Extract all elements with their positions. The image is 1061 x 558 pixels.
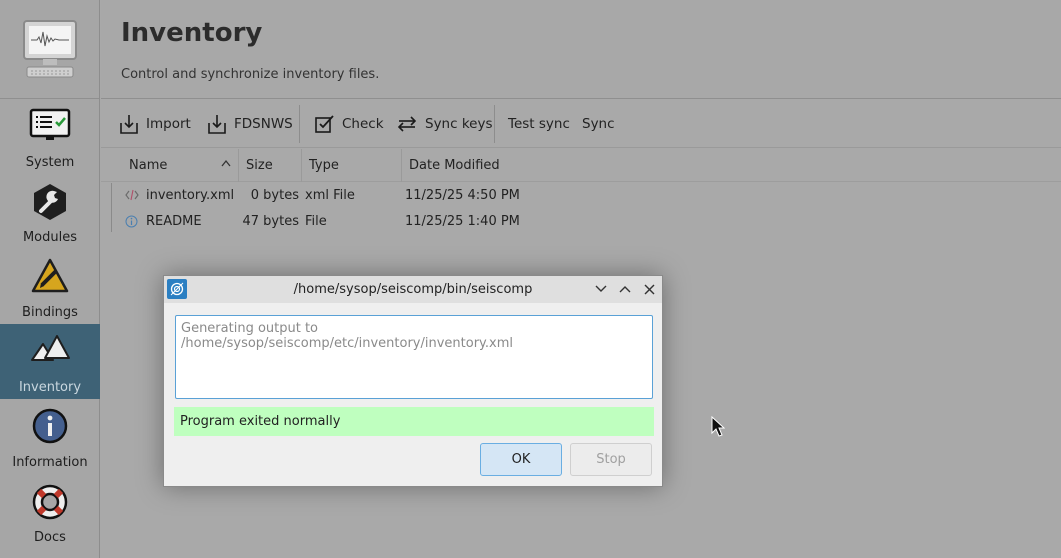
file-name: README (146, 213, 202, 229)
download-icon (208, 114, 226, 134)
stop-button[interactable]: Stop (570, 443, 652, 476)
file-type: File (305, 213, 327, 229)
sidebar-item-label: System (25, 155, 75, 170)
file-date: 11/25/25 1:40 PM (405, 213, 520, 229)
close-icon[interactable] (640, 280, 658, 298)
process-dialog: /home/sysop/seiscomp/bin/seiscomp Genera… (163, 275, 663, 487)
status-message: Program exited normally (174, 407, 654, 436)
column-header-date-modified[interactable]: Date Modified (402, 149, 532, 182)
page-title: Inventory (121, 18, 263, 48)
info-file-icon (125, 208, 138, 234)
sidebar-item-label: Docs (34, 530, 66, 545)
table-row[interactable]: inventory.xml 0 bytes xml File 11/25/25 … (101, 182, 1061, 208)
sync-button[interactable]: Sync (582, 99, 615, 148)
import-icon (120, 114, 138, 134)
seismograph-logo-icon (0, 0, 99, 99)
monitor-check-icon (29, 108, 71, 140)
sort-ascending-icon (221, 159, 231, 167)
column-header-type[interactable]: Type (302, 149, 402, 182)
sidebar-item-label: Modules (22, 230, 78, 245)
toolbar-separator (494, 105, 495, 143)
sidebar-item-bindings[interactable]: Bindings (0, 249, 100, 324)
file-size: 0 bytes (250, 187, 299, 203)
sync-arrows-icon (397, 115, 417, 132)
info-icon (32, 408, 68, 444)
sidebar: System Modules Bindings Inventory Inform… (0, 0, 100, 558)
sidebar-item-label: Information (12, 455, 88, 470)
checkbox-icon (315, 115, 334, 133)
sidebar-item-inventory[interactable]: Inventory (0, 324, 100, 399)
test-sync-button[interactable]: Test sync (508, 99, 570, 148)
sidebar-item-modules[interactable]: Modules (0, 174, 100, 249)
file-date: 11/25/25 4:50 PM (405, 187, 520, 203)
sidebar-item-docs[interactable]: Docs (0, 474, 100, 549)
lifebuoy-icon (32, 484, 68, 520)
ok-button[interactable]: OK (480, 443, 562, 476)
toolbar: Import FDSNWS Check Sync keys Test sync … (101, 99, 1061, 148)
mountains-icon (31, 335, 70, 361)
file-size: 47 bytes (242, 213, 300, 229)
table-row[interactable]: README 47 bytes File 11/25/25 1:40 PM (101, 208, 1061, 234)
maximize-icon[interactable] (616, 280, 634, 298)
sidebar-item-label: Inventory (18, 380, 82, 395)
toolbar-separator (299, 105, 300, 143)
code-file-icon (125, 182, 139, 208)
minimize-icon[interactable] (592, 280, 610, 298)
warning-pencil-icon (31, 258, 69, 293)
column-header-size[interactable]: Size (239, 149, 302, 182)
fdsnws-button[interactable]: FDSNWS (207, 99, 293, 148)
sidebar-item-system[interactable]: System (0, 99, 100, 174)
wrench-icon (34, 184, 66, 220)
sidebar-item-information[interactable]: Information (0, 399, 100, 474)
sync-keys-button[interactable]: Sync keys (396, 99, 493, 148)
column-header-name[interactable]: Name (122, 149, 239, 182)
dialog-title: /home/sysop/seiscomp/bin/seiscomp (293, 282, 533, 297)
process-output-textarea[interactable]: Generating output to /home/sysop/seiscom… (175, 315, 653, 399)
file-type: xml File (305, 187, 355, 203)
import-button[interactable]: Import (119, 99, 191, 148)
page-subtitle: Control and synchronize inventory files. (121, 67, 380, 82)
file-name: inventory.xml (146, 187, 235, 203)
sidebar-item-label: Bindings (22, 305, 78, 320)
dialog-titlebar[interactable]: /home/sysop/seiscomp/bin/seiscomp (164, 276, 662, 303)
check-button[interactable]: Check (314, 99, 384, 148)
page-header: Inventory Control and synchronize invent… (101, 0, 1061, 99)
mouse-cursor-icon (711, 416, 725, 437)
file-table-header: Name Size Type Date Modified (101, 149, 1061, 182)
